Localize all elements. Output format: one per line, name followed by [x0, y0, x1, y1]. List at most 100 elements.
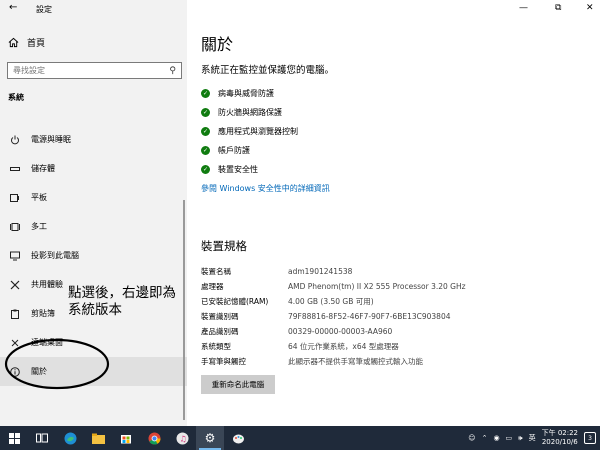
sidebar-item-label: 剪貼簿 [31, 309, 55, 318]
protection-heading: 系統正在監控並保護您的電腦。 [201, 65, 335, 76]
edge-browser-icon [64, 432, 76, 444]
spec-value: 4.00 GB (3.50 GB 可用) [288, 297, 374, 306]
show-hidden-icons-chevron-icon[interactable]: ⌃ [482, 434, 488, 442]
chrome-icon [148, 432, 160, 445]
spec-row: 處理器 AMD Phenom(tm) II X2 555 Processor 3… [201, 279, 466, 294]
window-title: 設定 [36, 5, 52, 14]
spec-value: 79F88816-8F52-46F7-90F7-6BE13C903804 [288, 312, 451, 321]
task-view-button[interactable] [28, 426, 56, 450]
windows-logo-icon [8, 432, 20, 444]
clipboard-icon [9, 308, 20, 319]
home-label: 首頁 [27, 39, 46, 49]
security-details-link[interactable]: 參閱 Windows 安全性中的詳細資訊 [201, 183, 330, 194]
sidebar-item-power[interactable]: 電源與睡眠 [0, 125, 187, 154]
spec-key: 系統類型 [201, 342, 231, 351]
start-button[interactable] [0, 426, 28, 450]
sidebar-item-multitask[interactable]: 多工 [0, 212, 187, 241]
protection-label: 防火牆與網路保護 [218, 108, 282, 117]
check-icon: ✓ [201, 165, 210, 174]
task-view-icon [36, 433, 48, 443]
notification-center-icon[interactable]: 3 [584, 432, 596, 444]
check-icon: ✓ [201, 127, 210, 136]
settings-gear-icon: ⚙ [204, 431, 216, 445]
clock[interactable]: 下午 02:22 2020/10/6 [542, 429, 578, 447]
protection-label: 應用程式與瀏覽器控制 [218, 127, 298, 136]
shared-experience-icon [9, 279, 20, 290]
spec-row: 系統類型 64 位元作業系統，x64 型處理器 [201, 339, 466, 354]
meet-now-icon[interactable]: ◉ [493, 434, 499, 442]
check-icon: ✓ [201, 108, 210, 117]
search-box[interactable]: ⚲ [7, 62, 182, 79]
sidebar-item-label: 電源與睡眠 [31, 135, 71, 144]
sidebar-item-storage[interactable]: 儲存體 [0, 154, 187, 183]
notification-count: 3 [588, 434, 592, 442]
input-method-icon[interactable]: 英 [529, 433, 536, 443]
maximize-button[interactable]: ⧉ [555, 3, 561, 13]
volume-icon[interactable]: 🕪 [518, 434, 522, 443]
spec-row: 裝置識別碼 79F88816-8F52-46F7-90F7-6BE13C9038… [201, 309, 466, 324]
taskbar-music[interactable]: ♫ [168, 426, 196, 450]
sidebar-item-label: 平板 [31, 193, 47, 202]
music-icon: ♫ [176, 432, 188, 444]
rename-pc-button[interactable]: 重新命名此電腦 [201, 375, 275, 394]
check-icon: ✓ [201, 89, 210, 98]
sidebar-item-tablet[interactable]: 平板 [0, 183, 187, 212]
clock-date: 2020/10/6 [541, 438, 578, 446]
taskbar-paint[interactable] [224, 426, 252, 450]
minimize-button[interactable]: — [519, 3, 528, 13]
taskbar-settings[interactable]: ⚙ [196, 426, 224, 450]
folder-icon [91, 433, 105, 444]
network-icon[interactable]: ▭ [506, 434, 513, 442]
spec-key: 已安裝記憶體(RAM) [201, 297, 269, 306]
taskbar-store[interactable] [112, 426, 140, 450]
protection-item: ✓ 病毒與威脅防護 [201, 84, 298, 103]
spec-value: 此顯示器不提供手寫筆或觸控式輸入功能 [288, 357, 423, 366]
spec-value: 00329-00000-00003-AA960 [288, 327, 393, 336]
annotation-note: 點選後，右邊即為 系統版本 [68, 285, 188, 319]
clock-time: 下午 02:22 [541, 429, 578, 437]
spec-key: 產品識別碼 [201, 327, 239, 336]
protection-label: 病毒與威脅防護 [218, 89, 274, 98]
spec-value: adm1901241538 [288, 267, 353, 276]
sidebar-item-label: 儲存體 [31, 164, 55, 173]
sidebar-item-label: 多工 [31, 222, 47, 231]
page-title: 關於 [201, 35, 234, 54]
taskbar-chrome[interactable] [140, 426, 168, 450]
close-button[interactable]: ✕ [586, 3, 594, 13]
sidebar-item-project[interactable]: 投影到此電腦 [0, 241, 187, 270]
specs-heading: 裝置規格 [201, 239, 247, 253]
project-icon [9, 250, 20, 261]
protection-label: 帳戶防護 [218, 146, 250, 155]
people-icon[interactable]: ☺ [468, 434, 475, 442]
specs-table: 裝置名稱 adm1901241538 處理器 AMD Phenom(tm) II… [201, 264, 466, 369]
spec-key: 裝置識別碼 [201, 312, 239, 321]
protection-item: ✓ 帳戶防護 [201, 141, 298, 160]
spec-value: 64 位元作業系統，x64 型處理器 [288, 342, 399, 351]
protection-item: ✓ 裝置安全性 [201, 160, 298, 179]
back-arrow-icon[interactable]: ← [9, 2, 17, 13]
protection-item: ✓ 應用程式與瀏覽器控制 [201, 122, 298, 141]
power-icon [9, 134, 20, 145]
spec-row: 已安裝記憶體(RAM) 4.00 GB (3.50 GB 可用) [201, 294, 466, 309]
taskbar-file-explorer[interactable] [84, 426, 112, 450]
sidebar-item-label: 共用體驗 [31, 280, 63, 289]
section-label: 系統 [8, 93, 24, 102]
protection-item: ✓ 防火牆與網路保護 [201, 103, 298, 122]
spec-value: AMD Phenom(tm) II X2 555 Processor 3.20 … [288, 282, 466, 291]
store-bag-icon [121, 435, 131, 444]
annotation-line-1: 點選後，右邊即為 [68, 285, 176, 301]
home-nav-item[interactable]: 首頁 [8, 36, 45, 49]
taskbar: ♫ ⚙ ☺ ⌃ ◉ ▭ 🕪 英 下午 02:22 2020/10/6 3 [0, 426, 600, 450]
search-icon[interactable]: ⚲ [169, 66, 176, 76]
taskbar-edge[interactable] [56, 426, 84, 450]
svg-text:♫: ♫ [179, 434, 186, 443]
protection-list: ✓ 病毒與威脅防護 ✓ 防火牆與網路保護 ✓ 應用程式與瀏覽器控制 ✓ 帳戶防護… [201, 84, 298, 179]
search-input[interactable] [13, 66, 153, 75]
spec-row: 裝置名稱 adm1901241538 [201, 264, 466, 279]
storage-icon [9, 163, 20, 174]
check-icon: ✓ [201, 146, 210, 155]
protection-label: 裝置安全性 [218, 165, 258, 174]
sidebar-item-label: 投影到此電腦 [31, 251, 79, 260]
annotation-line-2: 系統版本 [68, 302, 122, 318]
spec-key: 手寫筆與觸控 [201, 357, 246, 366]
